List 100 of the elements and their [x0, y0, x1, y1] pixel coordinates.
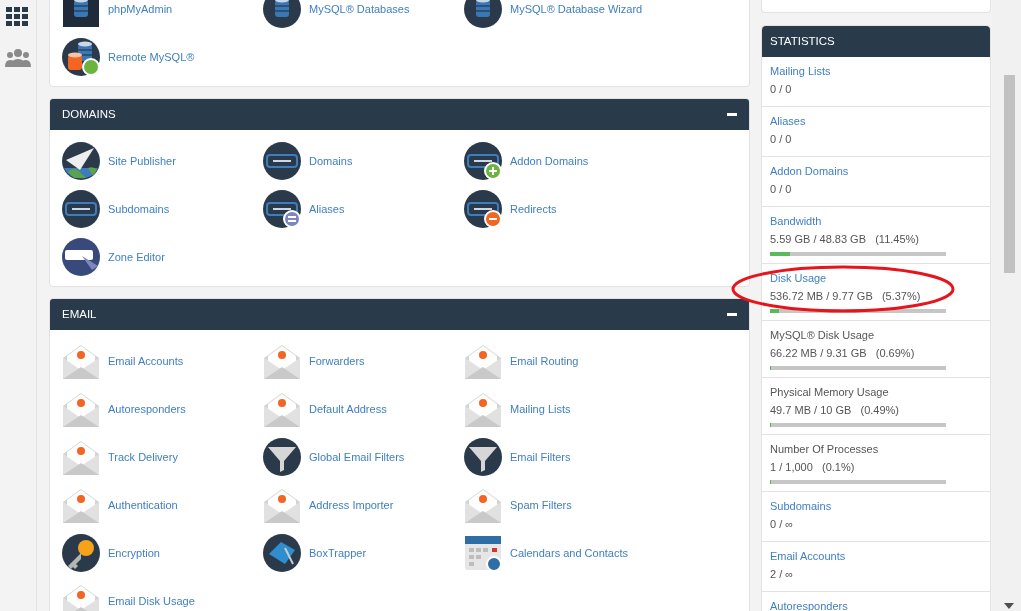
tool-link[interactable]: Site Publisher [62, 137, 263, 185]
envelope-icon [263, 390, 301, 428]
domain-redirect-icon [464, 190, 502, 228]
envelope-icon [62, 390, 100, 428]
stat-value: 0 / 0 [770, 132, 793, 147]
envelope-icon [62, 486, 100, 524]
domain-icon [62, 190, 100, 228]
scrollbar-thumb[interactable] [1004, 75, 1015, 273]
tool-link[interactable]: Default Address [263, 385, 464, 433]
tool-link[interactable]: Global Email Filters [263, 433, 464, 481]
tool-link[interactable]: BoxTrapper [263, 529, 464, 577]
stat-label: Physical Memory Usage [770, 385, 890, 400]
stat-label: Number Of Processes [770, 442, 880, 457]
tool-link[interactable]: Redirects [464, 185, 665, 233]
tool-link[interactable]: Address Importer [263, 481, 464, 529]
tool-label: Email Routing [510, 353, 579, 369]
domain-add-icon [464, 142, 502, 180]
tool-label: Remote MySQL® [108, 49, 195, 65]
tool-link[interactable]: Subdomains [62, 185, 263, 233]
tool-label: Addon Domains [510, 153, 589, 169]
stat-value: 0 / 0 [770, 182, 793, 197]
paper-plane-globe-icon [62, 142, 100, 180]
tool-link[interactable]: Remote MySQL® [62, 33, 263, 81]
tool-label: Calendars and Contacts [510, 545, 628, 561]
tool-label: Site Publisher [108, 153, 176, 169]
stat-link[interactable]: Addon Domains [770, 163, 982, 179]
tool-label: Aliases [309, 201, 345, 217]
tool-link[interactable]: Track Delivery [62, 433, 263, 481]
tool-link[interactable]: Spam Filters [464, 481, 665, 529]
stat-value: 0 / ∞ [770, 517, 795, 532]
stat-value: 1 / 1,000 (0.1%) [770, 460, 856, 475]
tool-label: Spam Filters [510, 497, 572, 513]
envelope-icon [464, 342, 502, 380]
tool-label: Mailing Lists [510, 401, 571, 417]
tool-link[interactable]: MySQL® Database Wizard [464, 0, 665, 33]
database-icon [62, 0, 100, 28]
tool-link[interactable]: Zone Editor [62, 233, 263, 281]
tool-link[interactable]: Email Filters [464, 433, 665, 481]
tool-link[interactable]: Aliases [263, 185, 464, 233]
tool-link[interactable]: Encryption [62, 529, 263, 577]
tool-link[interactable]: Autoresponders [62, 385, 263, 433]
tool-label: phpMyAdmin [108, 1, 173, 17]
tool-label: BoxTrapper [309, 545, 367, 561]
box-icon [263, 534, 301, 572]
stat-value: 5.59 GB / 48.83 GB (11.45%) [770, 232, 920, 247]
tool-label: Redirects [510, 201, 557, 217]
funnel-icon [464, 438, 502, 476]
stat-link[interactable]: Subdomains [770, 498, 982, 514]
tool-link[interactable]: Forwarders [263, 337, 464, 385]
tool-link[interactable]: phpMyAdmin [62, 0, 263, 33]
panel-title: DOMAINS [62, 106, 116, 122]
tool-label: Forwarders [309, 353, 365, 369]
stat-value: 2 / ∞ [770, 567, 795, 582]
tool-link[interactable]: MySQL® Databases [263, 0, 464, 33]
key-icon [62, 534, 100, 572]
envelope-icon [263, 342, 301, 380]
tool-label: Track Delivery [108, 449, 178, 465]
tool-label: MySQL® Database Wizard [510, 1, 643, 17]
tool-link[interactable]: Email Routing [464, 337, 665, 385]
tool-link[interactable]: Addon Domains [464, 137, 665, 185]
stat-link[interactable]: Disk Usage [770, 270, 982, 286]
stat-value: 536.72 MB / 9.77 GB (5.37%) [770, 289, 922, 304]
tool-label: Email Filters [510, 449, 571, 465]
envelope-icon [263, 486, 301, 524]
stat-value: 66.22 MB / 9.31 GB (0.69%) [770, 346, 916, 361]
envelope-icon [464, 486, 502, 524]
scroll-down-icon[interactable] [1004, 603, 1014, 609]
stat-value: 49.7 MB / 10 GB (0.49%) [770, 403, 900, 418]
tool-link[interactable]: Email Accounts [62, 337, 263, 385]
stat-link[interactable]: Bandwidth [770, 213, 982, 229]
tool-label: Default Address [309, 401, 387, 417]
tool-label: Domains [309, 153, 353, 169]
stat-link[interactable]: Mailing Lists [770, 63, 982, 79]
tool-label: Zone Editor [108, 249, 165, 265]
users-icon[interactable] [5, 47, 31, 69]
tool-label: Autoresponders [108, 401, 186, 417]
tool-link[interactable]: Domains [263, 137, 464, 185]
tool-link[interactable]: Email Disk Usage [62, 577, 263, 611]
panel-title: EMAIL [62, 306, 97, 322]
tool-label: Authentication [108, 497, 178, 513]
domain-alias-icon [263, 190, 301, 228]
envelope-icon [62, 342, 100, 380]
funnel-icon [263, 438, 301, 476]
stat-link[interactable]: Email Accounts [770, 548, 982, 564]
envelope-icon [62, 438, 100, 476]
tool-link[interactable]: Calendars and Contacts [464, 529, 665, 577]
tool-label: Subdomains [108, 201, 170, 217]
tool-label: Encryption [108, 545, 160, 561]
tool-link[interactable]: Authentication [62, 481, 263, 529]
stat-label: MySQL® Disk Usage [770, 328, 876, 343]
domain-icon [263, 142, 301, 180]
apps-grid-icon[interactable] [5, 7, 31, 29]
tool-label: Email Disk Usage [108, 593, 195, 609]
tool-link[interactable]: Mailing Lists [464, 385, 665, 433]
tool-label: Global Email Filters [309, 449, 405, 465]
calendar-icon [464, 534, 502, 572]
stat-link[interactable]: Aliases [770, 113, 982, 129]
tool-label: Email Accounts [108, 353, 184, 369]
stat-value: 0 / 0 [770, 82, 793, 97]
database-icon [464, 0, 502, 28]
